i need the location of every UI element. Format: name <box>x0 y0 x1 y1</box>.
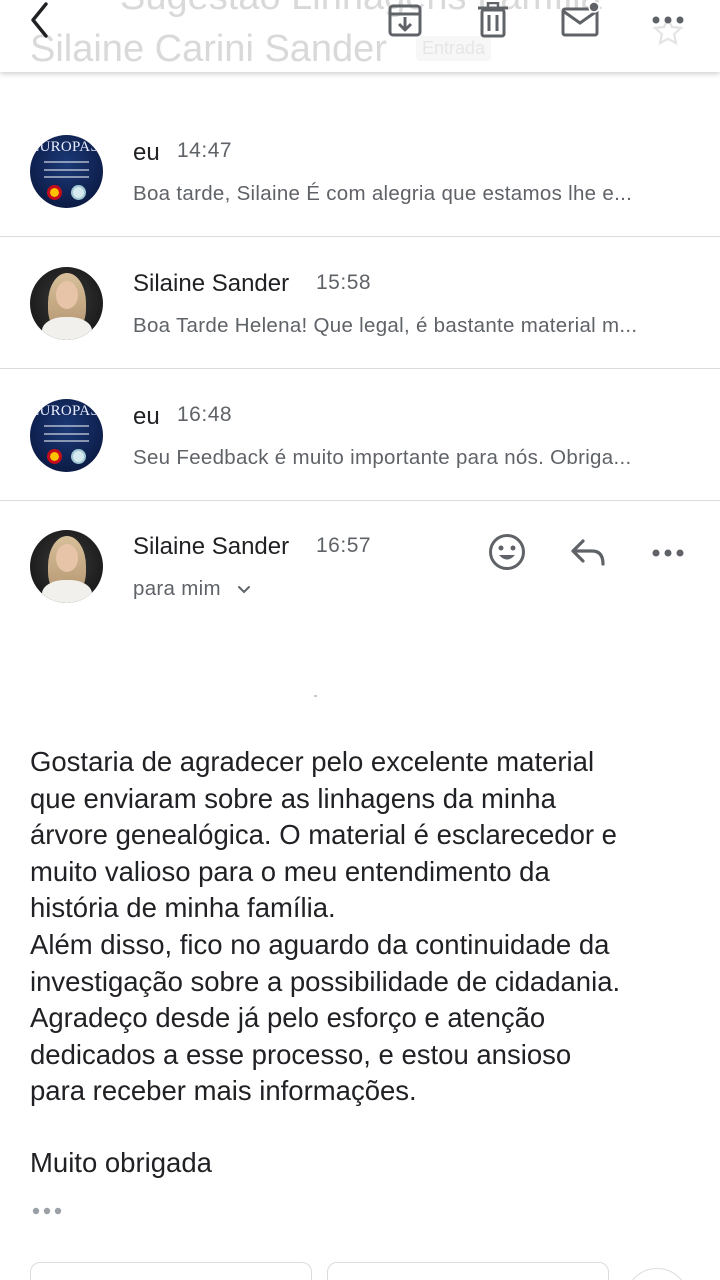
top-toolbar: Sugestão Linhagens Família Silaine Carin… <box>0 0 720 72</box>
sender-name: eu <box>133 403 160 430</box>
chevron-down-icon <box>237 585 250 593</box>
body-line: que enviaram sobre as linhagens da minha <box>30 782 556 814</box>
avatar <box>30 530 103 603</box>
thread-message-collapsed[interactable]: Silaine Sander 15:58 Boa Tarde Helena! Q… <box>0 237 720 369</box>
reply-icon <box>571 539 605 566</box>
body-line: história de minha família. <box>30 892 336 924</box>
body-line: muito valioso para o meu entendimento da <box>30 855 550 887</box>
mail-unread-icon <box>561 2 600 37</box>
message-snippet: Boa tarde, Silaine É com alegria que est… <box>133 182 633 205</box>
avatar: EUROPASS <box>30 399 103 472</box>
mark-unread-button[interactable] <box>560 0 602 40</box>
tracking-pixel <box>314 695 317 697</box>
archive-icon <box>388 4 422 37</box>
thread-message-collapsed[interactable]: EUROPASS eu 14:47 Boa tarde, Silaine É c… <box>0 105 720 237</box>
message-time: 14:47 <box>177 139 233 162</box>
body-line: Além disso, fico no aguardo da continuid… <box>30 928 610 960</box>
recipient-details-toggle[interactable]: para mim <box>133 577 251 601</box>
body-line: para receber mais informações. <box>30 1075 417 1107</box>
reply-chip[interactable] <box>30 1262 312 1280</box>
body-line: Gostaria de agradecer pelo excelente mat… <box>30 746 595 777</box>
avatar <box>30 267 103 340</box>
more-horizontal-icon <box>652 16 684 24</box>
message-more-button[interactable] <box>648 533 688 573</box>
body-line: Agradeço desde já pelo esforço e atenção <box>30 1002 546 1034</box>
sender-name: eu <box>133 139 160 166</box>
message-closing: Muito obrigada <box>30 1147 212 1178</box>
message-time: 16:48 <box>177 403 233 426</box>
message-time: 16:57 <box>316 534 372 557</box>
emoji-icon <box>489 534 525 570</box>
thread-message-collapsed[interactable]: EUROPASS eu 16:48 Seu Feedback é muito i… <box>0 369 720 501</box>
recipient-label: para mim <box>133 577 221 600</box>
archive-button[interactable] <box>385 0 425 40</box>
show-trimmed-content-button[interactable] <box>32 1203 64 1221</box>
message-snippet: Boa Tarde Helena! Que legal, é bastante … <box>133 314 638 337</box>
message-time: 15:58 <box>316 271 372 294</box>
body-line: investigação sobre a possibilidade de ci… <box>30 965 621 997</box>
back-button[interactable] <box>22 0 58 40</box>
message-snippet: Seu Feedback é muito importante para nós… <box>133 446 632 469</box>
emoji-reaction-chip[interactable] <box>625 1268 689 1280</box>
sender-name: Silaine Sander <box>133 270 290 297</box>
trash-icon <box>478 2 508 38</box>
sender-name: Silaine Sander <box>133 533 290 560</box>
forward-chip[interactable] <box>327 1262 609 1280</box>
subject-ghost-top: Sugestão Linhagens Família <box>120 0 602 19</box>
subject-ghost: Silaine Carini Sander <box>30 28 387 70</box>
body-line: árvore genealógica. O material é esclare… <box>30 819 617 851</box>
avatar: EUROPASS <box>30 135 103 208</box>
body-line: dedicados a esse processo, e estou ansio… <box>30 1038 572 1070</box>
add-reaction-button[interactable] <box>486 531 528 573</box>
more-horizontal-icon <box>652 549 684 557</box>
more-horizontal-icon <box>32 1207 62 1215</box>
message-body: Gostaria de agradecer pelo excelente mat… <box>30 744 700 1110</box>
chevron-left-icon <box>31 2 48 38</box>
more-options-button[interactable] <box>648 0 688 40</box>
open-message-header: Silaine Sander 16:57 para mim <box>0 501 720 611</box>
delete-button[interactable] <box>474 0 512 40</box>
reply-button[interactable] <box>568 533 608 573</box>
